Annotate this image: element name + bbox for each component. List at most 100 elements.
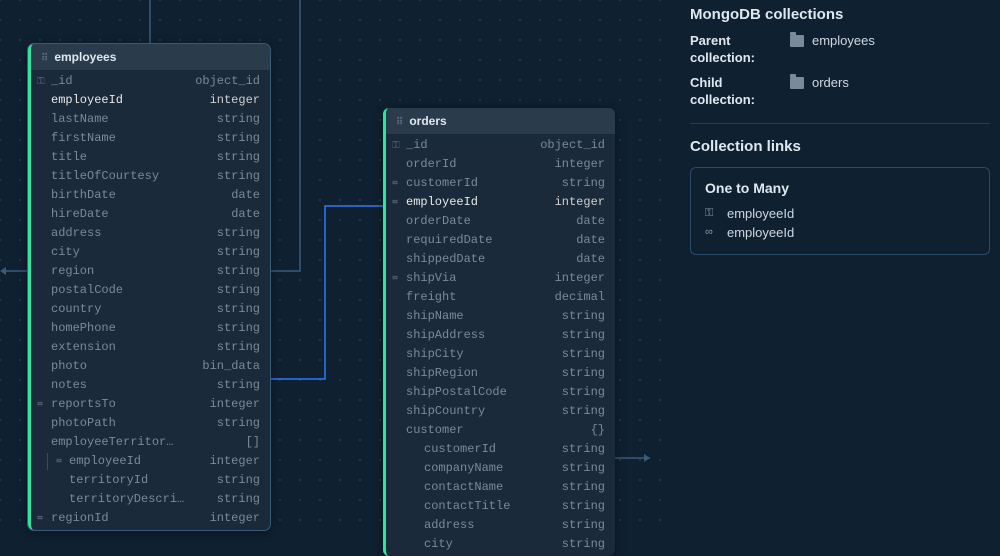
key-icon: ⚿ [705, 207, 719, 220]
field-row[interactable]: titleOfCourtesystring [31, 167, 270, 186]
field-row[interactable]: orderDatedate [386, 212, 615, 231]
field-type: string [217, 168, 260, 185]
drag-handle-icon[interactable] [41, 50, 48, 64]
field-row[interactable]: regionstring [31, 262, 270, 281]
field-name: shipCountry [406, 403, 562, 420]
field-row[interactable]: companyNamestring [386, 459, 615, 478]
field-type: string [562, 384, 605, 401]
field-row[interactable]: addressstring [386, 516, 615, 535]
field-name: customerId [424, 441, 562, 458]
drag-handle-icon[interactable] [396, 114, 403, 128]
field-row[interactable]: photobin_data [31, 357, 270, 376]
field-row[interactable]: shipCountrystring [386, 402, 615, 421]
field-name: photo [51, 358, 202, 375]
field-name: city [51, 244, 217, 261]
side-panel: MongoDB collections Parent collection: e… [680, 0, 1000, 534]
field-type: string [217, 149, 260, 166]
field-row[interactable]: ⚿_idobject_id [386, 136, 615, 155]
table-employees[interactable]: employees ⚿_idobject_idemployeeIdinteger… [28, 44, 270, 530]
field-row[interactable]: contactNamestring [386, 478, 615, 497]
field-row[interactable]: ∞shipViainteger [386, 269, 615, 288]
field-row[interactable]: citystring [31, 243, 270, 262]
schema-canvas[interactable]: employees ⚿_idobject_idemployeeIdinteger… [0, 0, 670, 534]
field-type: integer [555, 156, 605, 173]
field-row[interactable]: ∞customerIdstring [386, 174, 615, 193]
field-name: _id [406, 137, 540, 154]
field-row[interactable]: postalCodestring [31, 281, 270, 300]
field-row[interactable]: lastNamestring [31, 110, 270, 129]
field-row[interactable]: shipPostalCodestring [386, 383, 615, 402]
field-row[interactable]: addressstring [31, 224, 270, 243]
field-type: string [217, 491, 260, 508]
link-card[interactable]: One to Many ⚿ employeeId ∞ employeeId [690, 167, 990, 255]
field-row[interactable]: freightdecimal [386, 288, 615, 307]
field-name: shipPostalCode [406, 384, 562, 401]
field-name: notes [51, 377, 217, 394]
field-row[interactable]: countrystring [31, 300, 270, 319]
folder-icon [790, 77, 804, 89]
field-row[interactable]: customer{} [386, 421, 615, 440]
field-type: bin_data [202, 358, 260, 375]
field-row[interactable]: extensionstring [31, 338, 270, 357]
field-row[interactable]: ⚿_idobject_id [31, 72, 270, 91]
field-row[interactable]: firstNamestring [31, 129, 270, 148]
field-row[interactable]: shipRegionstring [386, 364, 615, 383]
field-row[interactable]: photoPathstring [31, 414, 270, 433]
field-row[interactable]: hireDatedate [31, 205, 270, 224]
field-row[interactable]: birthDatedate [31, 186, 270, 205]
field-type: string [217, 415, 260, 432]
field-row[interactable]: ∞regionIdinteger [31, 509, 270, 528]
field-row[interactable]: territoryIdstring [31, 471, 270, 490]
field-name: city [424, 536, 562, 553]
field-row[interactable]: shipCitystring [386, 345, 615, 364]
table-orders[interactable]: orders ⚿_idobject_idorderIdinteger∞custo… [383, 108, 615, 556]
field-row[interactable]: citystring [386, 535, 615, 554]
link-fk-row: ∞ employeeId [705, 223, 975, 242]
field-name: requiredDate [406, 232, 576, 249]
field-type: integer [210, 453, 260, 470]
field-row[interactable]: customerIdstring [386, 440, 615, 459]
field-name: postalCode [51, 282, 217, 299]
field-name: employeeId [406, 194, 555, 211]
field-type: string [562, 479, 605, 496]
field-row[interactable]: shipNamestring [386, 307, 615, 326]
field-name: shipRegion [406, 365, 562, 382]
link-icon: ∞ [392, 175, 406, 192]
field-type: string [562, 536, 605, 553]
table-header-orders[interactable]: orders [386, 108, 615, 134]
child-value: orders [812, 75, 849, 90]
field-row[interactable]: shipAddressstring [386, 326, 615, 345]
field-row[interactable]: contactTitlestring [386, 497, 615, 516]
field-row[interactable]: orderIdinteger [386, 155, 615, 174]
field-name: orderId [406, 156, 555, 173]
field-row[interactable]: shippedDatedate [386, 250, 615, 269]
field-row[interactable]: homePhonestring [31, 319, 270, 338]
field-name: lastName [51, 111, 217, 128]
field-row[interactable]: employeeTerritor…[] [31, 433, 270, 452]
field-type: string [562, 308, 605, 325]
field-name: employeeTerritor… [51, 434, 246, 451]
table-header-employees[interactable]: employees [31, 44, 270, 70]
field-row[interactable]: ∞reportsTointeger [31, 395, 270, 414]
field-name: customer [406, 422, 591, 439]
link-icon: ∞ [392, 194, 406, 211]
field-name: address [424, 517, 562, 534]
field-row[interactable]: requiredDatedate [386, 231, 615, 250]
field-name: firstName [51, 130, 217, 147]
field-row[interactable]: notesstring [31, 376, 270, 395]
field-type: string [562, 460, 605, 477]
field-type: integer [555, 194, 605, 211]
field-type: string [217, 377, 260, 394]
field-name: employeeId [69, 453, 210, 470]
field-row[interactable]: territoryDescri…string [31, 490, 270, 509]
field-type: string [217, 339, 260, 356]
field-name: _id [51, 73, 195, 90]
field-name: address [51, 225, 217, 242]
field-type: string [562, 403, 605, 420]
field-row[interactable]: titlestring [31, 148, 270, 167]
field-type: string [217, 320, 260, 337]
field-row[interactable]: ∞employeeIdinteger [31, 452, 270, 471]
field-row[interactable]: employeeIdinteger [31, 91, 270, 110]
field-row[interactable]: ∞employeeIdinteger [386, 193, 615, 212]
key-icon: ⚿ [37, 73, 51, 90]
